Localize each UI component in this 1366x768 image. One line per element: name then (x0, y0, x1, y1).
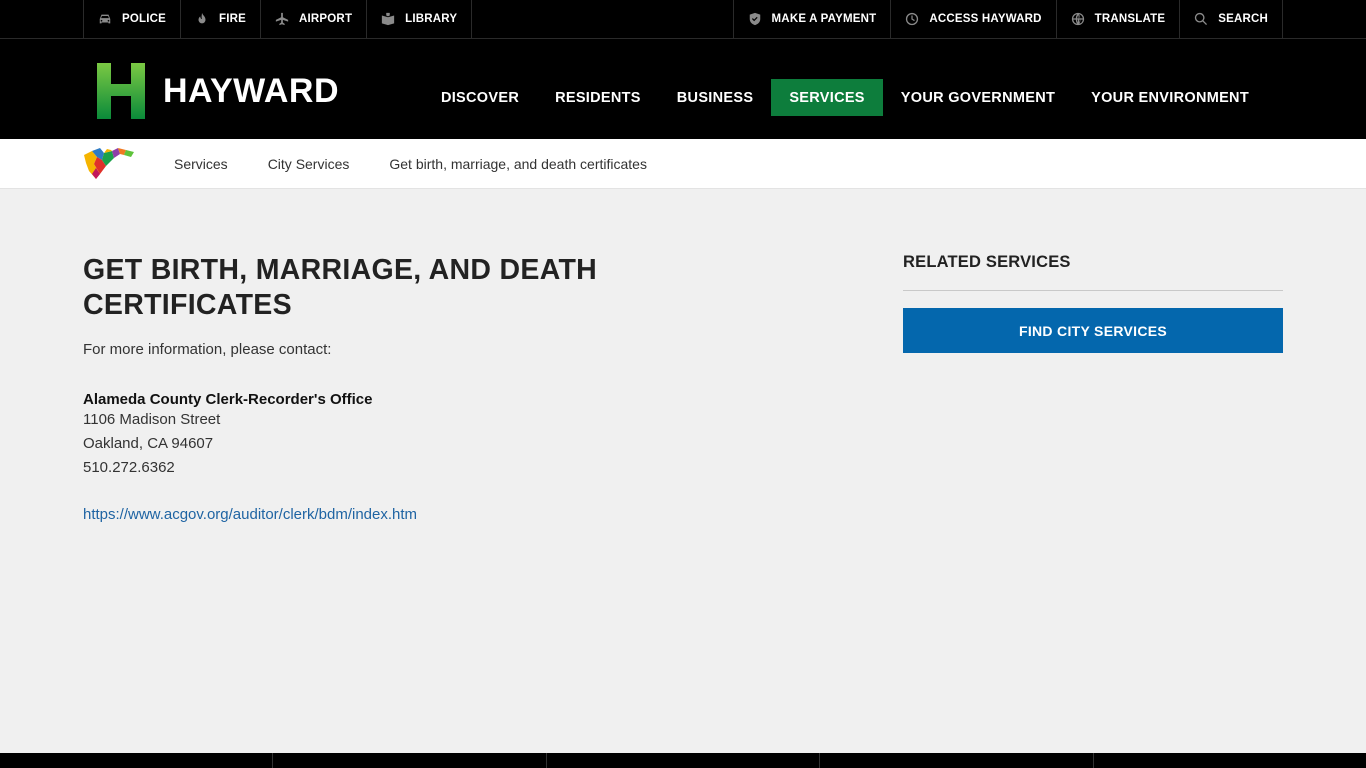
utility-translate-link[interactable]: TRANSLATE (1057, 0, 1181, 38)
address-line-1: 1106 Madison Street (83, 411, 221, 428)
breadcrumb: Services City Services Get birth, marria… (0, 139, 1366, 189)
utility-fire-label: FIRE (219, 13, 247, 25)
utility-library-label: LIBRARY (405, 13, 458, 25)
page-title: GET BIRTH, MARRIAGE, AND DEATH CERTIFICA… (83, 254, 598, 321)
intro-text: For more information, please contact: (83, 341, 332, 358)
utility-access-hayward-label: ACCESS HAYWARD (929, 13, 1042, 25)
nav-discover[interactable]: DISCOVER (423, 79, 537, 116)
utility-search-label: SEARCH (1218, 13, 1268, 25)
find-city-services-button[interactable]: FIND CITY SERVICES (903, 308, 1283, 353)
globe-icon (1071, 12, 1084, 26)
utility-police-link[interactable]: POLICE (84, 0, 182, 38)
related-services-heading: RELATED SERVICES (903, 253, 1283, 291)
related-services-sidebar: RELATED SERVICES FIND CITY SERVICES (903, 253, 1283, 353)
utility-airport-link[interactable]: AIRPORT (261, 0, 368, 38)
book-icon (382, 12, 395, 26)
office-name: Alameda County Clerk-Recorder's Office (83, 391, 373, 408)
footer-column (820, 753, 1094, 768)
footer-column (1094, 753, 1366, 768)
footer-strip (0, 753, 1366, 768)
utility-airport-label: AIRPORT (299, 13, 353, 25)
utility-police-label: POLICE (122, 13, 167, 25)
footer-column (273, 753, 547, 768)
breadcrumb-links: Services City Services Get birth, marria… (174, 139, 647, 189)
breadcrumb-services[interactable]: Services (174, 156, 228, 172)
utility-library-link[interactable]: LIBRARY (367, 0, 473, 38)
acgov-link[interactable]: https://www.acgov.org/auditor/clerk/bdm/… (83, 506, 417, 523)
site-header: HAYWARD DISCOVER RESIDENTS BUSINESS SERV… (0, 39, 1366, 139)
utility-make-payment-link[interactable]: MAKE A PAYMENT (734, 0, 892, 38)
utility-links-left: POLICE FIRE AIRPORT LIBRARY (83, 0, 473, 38)
utility-search-link[interactable]: SEARCH (1180, 0, 1283, 38)
logo-wordmark: HAYWARD (163, 72, 340, 110)
phone-number: 510.272.6362 (83, 459, 175, 476)
search-icon (1195, 12, 1208, 26)
nav-residents[interactable]: RESIDENTS (537, 79, 659, 116)
breadcrumb-city-services[interactable]: City Services (268, 156, 350, 172)
nav-your-environment[interactable]: YOUR ENVIRONMENT (1073, 79, 1267, 116)
hayward-logo[interactable]: HAYWARD (97, 63, 339, 119)
utility-fire-link[interactable]: FIRE (181, 0, 262, 38)
flame-icon (198, 12, 206, 24)
airplane-icon (275, 12, 289, 26)
utility-access-hayward-link[interactable]: ACCESS HAYWARD (891, 0, 1057, 38)
utility-make-payment-label: MAKE A PAYMENT (771, 13, 877, 25)
main-content: GET BIRTH, MARRIAGE, AND DEATH CERTIFICA… (83, 253, 643, 524)
clock-icon (906, 12, 919, 26)
footer-column (0, 753, 274, 768)
shield-check-icon (749, 12, 760, 26)
utility-links-right: MAKE A PAYMENT ACCESS HAYWARD TRANSLATE … (732, 0, 1283, 38)
main-nav: DISCOVER RESIDENTS BUSINESS SERVICES YOU… (423, 79, 1267, 116)
nav-services[interactable]: SERVICES (771, 79, 883, 116)
address-line-2: Oakland, CA 94607 (83, 435, 214, 452)
breadcrumb-current-page[interactable]: Get birth, marriage, and death certifica… (389, 156, 647, 172)
footer-column (547, 753, 821, 768)
nav-your-government[interactable]: YOUR GOVERNMENT (883, 79, 1073, 116)
utility-bar: POLICE FIRE AIRPORT LIBRARY MAKE A PAYME… (0, 0, 1366, 39)
hayward-h-logo-icon (97, 63, 145, 119)
utility-translate-label: TRANSLATE (1094, 13, 1166, 25)
police-car-icon (99, 14, 111, 24)
hayward-map-home-icon[interactable] (84, 148, 136, 180)
nav-business[interactable]: BUSINESS (659, 79, 772, 116)
